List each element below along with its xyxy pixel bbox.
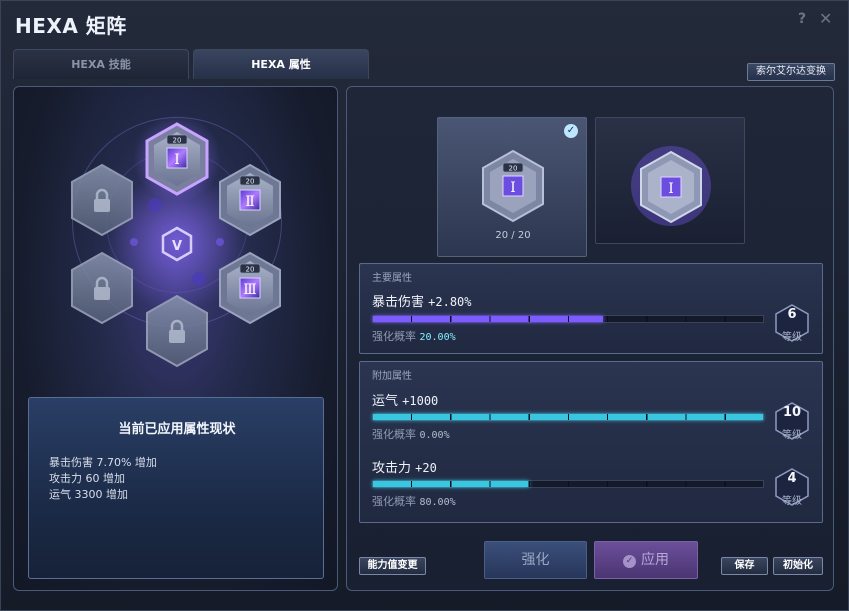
enhance-button[interactable]: 强化 [484,541,587,579]
orb-dot [130,238,138,246]
enhance-probability: 强化概率 80.00% [372,493,456,509]
tab-hexa-skill[interactable]: HEXA 技能 [13,49,189,79]
hexa-matrix-window: HEXA 矩阵 ? ✕ HEXA 技能 HEXA 属性 索尔艾尔达变换 Ⅰ 20… [0,0,849,611]
main-attribute-section: 主要属性 暴击伤害 +2.80% 强化概率 20.00% 6 等级 [359,263,823,354]
stat-line: 暴击伤害 +2.80% [372,291,472,310]
grade-label: 等级 [782,332,802,343]
stat-line: 运气 +1000 [372,390,438,409]
status-line: 攻击力 60 增加 [49,472,125,485]
stat-progress-bar [372,413,764,421]
slot-level: 20 [246,266,255,274]
hex-matrix-grid: Ⅰ 20 Ⅱ 20 Ⅲ 20 V [71,115,281,368]
stat-progress-bar [372,315,764,323]
node-card-current[interactable]: ✓ Ⅰ 20 20 / 20 [437,117,587,257]
stat-name: 运气 [372,394,399,409]
grade-badge: 4 等级 [774,468,810,508]
node-hex-icon: Ⅰ [631,146,711,226]
svg-text:20: 20 [509,165,518,173]
stat-value: +20 [415,461,437,475]
status-title: 当前已应用属性现状 [118,422,236,437]
grade-number: 4 [787,471,797,486]
grade-label: 等级 [782,496,802,507]
enhance-probability: 强化概率 0.00% [372,426,450,442]
grade-number: 6 [787,307,797,322]
svg-text:V: V [172,239,182,254]
grade-badge: 6 等级 [774,304,810,344]
window-title: HEXA 矩阵 [15,14,127,38]
node-card-next[interactable]: Ⅰ [595,117,745,244]
applied-status-box: 当前已应用属性现状 暴击伤害 7.70% 增加 攻击力 60 增加 运气 330… [28,397,324,579]
solerda-convert-button[interactable]: 索尔艾尔达变换 [747,63,835,81]
prob-label: 强化概率 [372,428,416,441]
title-bar: HEXA 矩阵 ? ✕ [1,1,849,45]
stat-name: 暴击伤害 [372,295,425,310]
extra-attribute-section: 附加属性 运气 +1000 强化概率 0.00% 10 等级 攻击力 +20 强… [359,361,823,523]
tab-hexa-attribute[interactable]: HEXA 属性 [193,49,369,79]
section-label: 附加属性 [372,371,412,382]
grade-number: 10 [782,405,802,420]
apply-button-label: 应用 [641,552,669,568]
slot-level: 20 [173,137,182,145]
stat-line: 攻击力 +20 [372,457,437,476]
initialize-button[interactable]: 初始化 [773,557,823,575]
prob-value: 0.00% [419,430,450,441]
grade-label: 等级 [782,430,802,441]
slot-numeral: Ⅱ [245,194,255,210]
svg-text:Ⅰ: Ⅰ [510,180,516,196]
slot-numeral: Ⅰ [174,152,180,168]
enhance-probability: 强化概率 20.00% [372,328,456,344]
attribute-detail-panel: ✓ Ⅰ 20 20 / 20 Ⅰ 主要属性 暴击伤害 +2.80% 强化概率 2… [346,86,834,591]
orb-dot [192,272,206,286]
stat-value: +2.80% [428,295,472,309]
check-icon: ✓ [623,555,636,568]
apply-button[interactable]: ✓ 应用 [594,541,698,579]
node-level-progress: 20 / 20 [495,230,531,241]
slot-numeral: Ⅲ [243,282,257,298]
prob-label: 强化概率 [372,330,416,343]
slot-level: 20 [246,178,255,186]
save-button[interactable]: 保存 [721,557,768,575]
orb-dot [148,198,162,212]
prob-value: 20.00% [419,332,456,343]
stat-progress-bar [372,480,764,488]
grade-badge: 10 等级 [774,402,810,442]
svg-text:Ⅰ: Ⅰ [668,181,674,197]
hex-slot-1[interactable]: Ⅰ 20 [133,115,221,203]
prob-value: 80.00% [419,497,456,508]
orb-dot [216,238,224,246]
prob-label: 强化概率 [372,495,416,508]
status-line: 运气 3300 增加 [49,488,128,501]
help-icon[interactable]: ? [798,11,806,27]
close-icon[interactable]: ✕ [819,9,832,28]
node-hex-icon: Ⅰ 20 [482,149,544,223]
stat-name: 攻击力 [372,461,412,476]
section-label: 主要属性 [372,273,412,284]
stat-value: +1000 [402,394,439,408]
status-line: 暴击伤害 7.70% 增加 [49,456,157,469]
stat-change-button[interactable]: 能力值变更 [359,557,426,575]
hex-matrix-panel: Ⅰ 20 Ⅱ 20 Ⅲ 20 V 当前已应用属性现状 暴击伤害 7.70% 增加… [13,86,338,591]
